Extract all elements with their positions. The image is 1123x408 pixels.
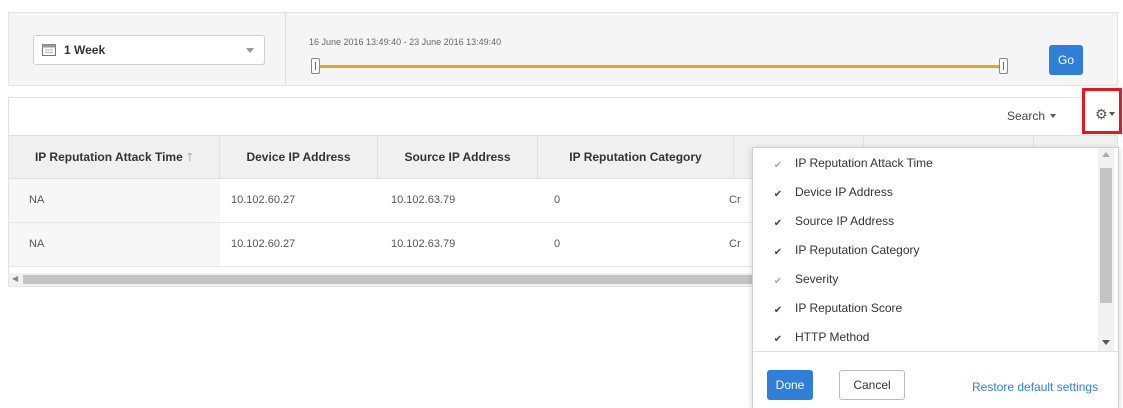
slider-start-handle[interactable]: [311, 58, 320, 74]
search-dropdown[interactable]: Search: [1007, 109, 1057, 123]
checkbox-checked-icon[interactable]: ✔: [773, 219, 783, 229]
column-option-label: Severity: [795, 272, 839, 286]
column-header-device-ip[interactable]: Device IP Address: [220, 136, 378, 178]
column-header-source-ip[interactable]: Source IP Address: [378, 136, 538, 178]
cell-attack-time: NA: [9, 179, 220, 222]
checkbox-checked-icon[interactable]: ✔: [773, 190, 783, 200]
date-range-text: 16 June 2016 13:49:40 - 23 June 2016 13:…: [309, 37, 502, 47]
caret-down-icon: [1050, 114, 1057, 118]
checkbox-checked-icon[interactable]: ✔: [773, 248, 783, 258]
scroll-left-icon[interactable]: ◀: [12, 274, 18, 283]
column-option-label: Source IP Address: [795, 214, 895, 228]
cell-device-ip: 10.102.60.27: [231, 238, 296, 250]
cell-category: 0: [554, 238, 561, 250]
gear-icon: ⚙: [1095, 106, 1108, 122]
column-chooser-popup: ✔ IP Reputation Attack Time ✔ Device IP Ad…: [752, 147, 1119, 408]
calendar-icon: [42, 44, 56, 56]
column-settings-button[interactable]: ⚙: [1082, 88, 1122, 134]
column-options-list: ✔ IP Reputation Attack Time ✔ Device IP Ad…: [753, 148, 1098, 351]
go-button[interactable]: Go: [1049, 45, 1083, 75]
vertical-scrollbar[interactable]: [1098, 148, 1114, 351]
checkbox-checked-icon[interactable]: ✔: [773, 306, 783, 316]
scroll-down-icon[interactable]: [1102, 340, 1110, 345]
column-header-category[interactable]: IP Reputation Category: [538, 136, 734, 178]
done-button[interactable]: Done: [767, 370, 813, 400]
column-option-source-ip[interactable]: ✔ Source IP Address: [773, 207, 894, 236]
column-header-label: IP Reputation Attack Time: [34, 150, 183, 164]
chevron-down-icon: [246, 48, 254, 53]
cancel-button[interactable]: Cancel: [839, 370, 905, 400]
time-filter-panel: 1 Week 16 June 2016 13:49:40 - 23 June 2…: [8, 12, 1118, 86]
cell-source-ip: 10.102.63.79: [391, 194, 456, 206]
column-option-label: IP Reputation Score: [795, 301, 903, 315]
column-chooser-footer: Done Cancel Restore default settings: [753, 351, 1118, 408]
column-option-reputation-score[interactable]: ✔ IP Reputation Score: [773, 294, 902, 323]
time-range-select[interactable]: 1 Week: [33, 35, 265, 65]
date-range-slider-track[interactable]: [315, 65, 1003, 68]
checkbox-checked-icon: ✔: [773, 160, 783, 171]
column-option-label: IP Reputation Category: [795, 243, 920, 257]
scroll-up-icon[interactable]: [1102, 152, 1110, 157]
checkbox-checked-icon: ✔: [773, 276, 783, 287]
cell-device-ip: 10.102.60.27: [231, 194, 296, 206]
column-option-attack-time: ✔ IP Reputation Attack Time: [773, 149, 933, 178]
column-option-severity: ✔ Severity: [773, 265, 839, 294]
divider: [285, 13, 286, 85]
column-option-http-method[interactable]: ✔ HTTP Method: [773, 323, 870, 352]
column-option-label: IP Reputation Attack Time: [795, 156, 933, 170]
time-range-value: 1 Week: [64, 43, 106, 57]
search-label: Search: [1007, 109, 1046, 123]
sort-ascending-icon: 🡑: [186, 150, 194, 164]
column-option-device-ip[interactable]: ✔ Device IP Address: [773, 178, 893, 207]
cell-category: 0: [554, 194, 561, 206]
checkbox-checked-icon[interactable]: ✔: [773, 335, 783, 345]
column-option-category[interactable]: ✔ IP Reputation Category: [773, 236, 920, 265]
vertical-scrollbar-thumb[interactable]: [1100, 168, 1112, 303]
caret-down-icon: [1109, 112, 1115, 116]
restore-defaults-link[interactable]: Restore default settings: [972, 380, 1098, 394]
cell-attack-time: NA: [9, 223, 220, 266]
column-header-attack-time[interactable]: IP Reputation Attack Time 🡑: [9, 136, 220, 178]
cell-source-ip: 10.102.63.79: [391, 238, 456, 250]
slider-end-handle[interactable]: [999, 58, 1008, 74]
column-option-label: Device IP Address: [795, 185, 893, 199]
column-option-label: HTTP Method: [795, 330, 870, 344]
